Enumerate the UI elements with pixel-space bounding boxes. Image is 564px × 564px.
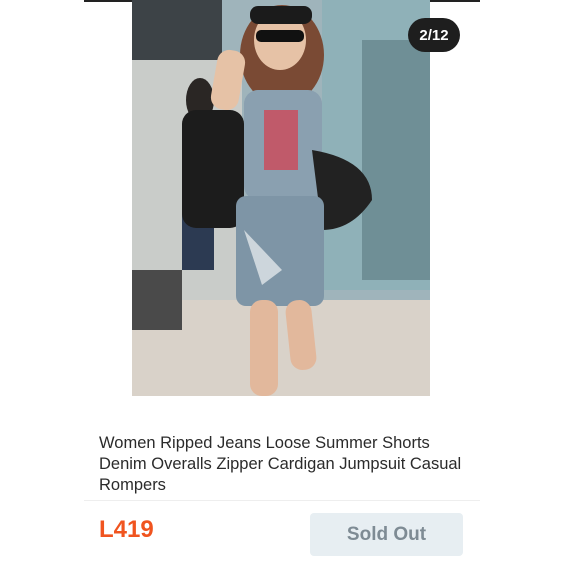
product-title: Women Ripped Jeans Loose Summer Shorts D…: [99, 434, 462, 494]
section-divider: [84, 500, 480, 501]
product-price: L419: [99, 516, 154, 543]
sold-out-button[interactable]: Sold Out: [310, 513, 463, 556]
product-photo-illustration: [132, 0, 430, 396]
image-counter-badge: 2/12: [408, 18, 460, 52]
product-photo[interactable]: [132, 0, 430, 396]
